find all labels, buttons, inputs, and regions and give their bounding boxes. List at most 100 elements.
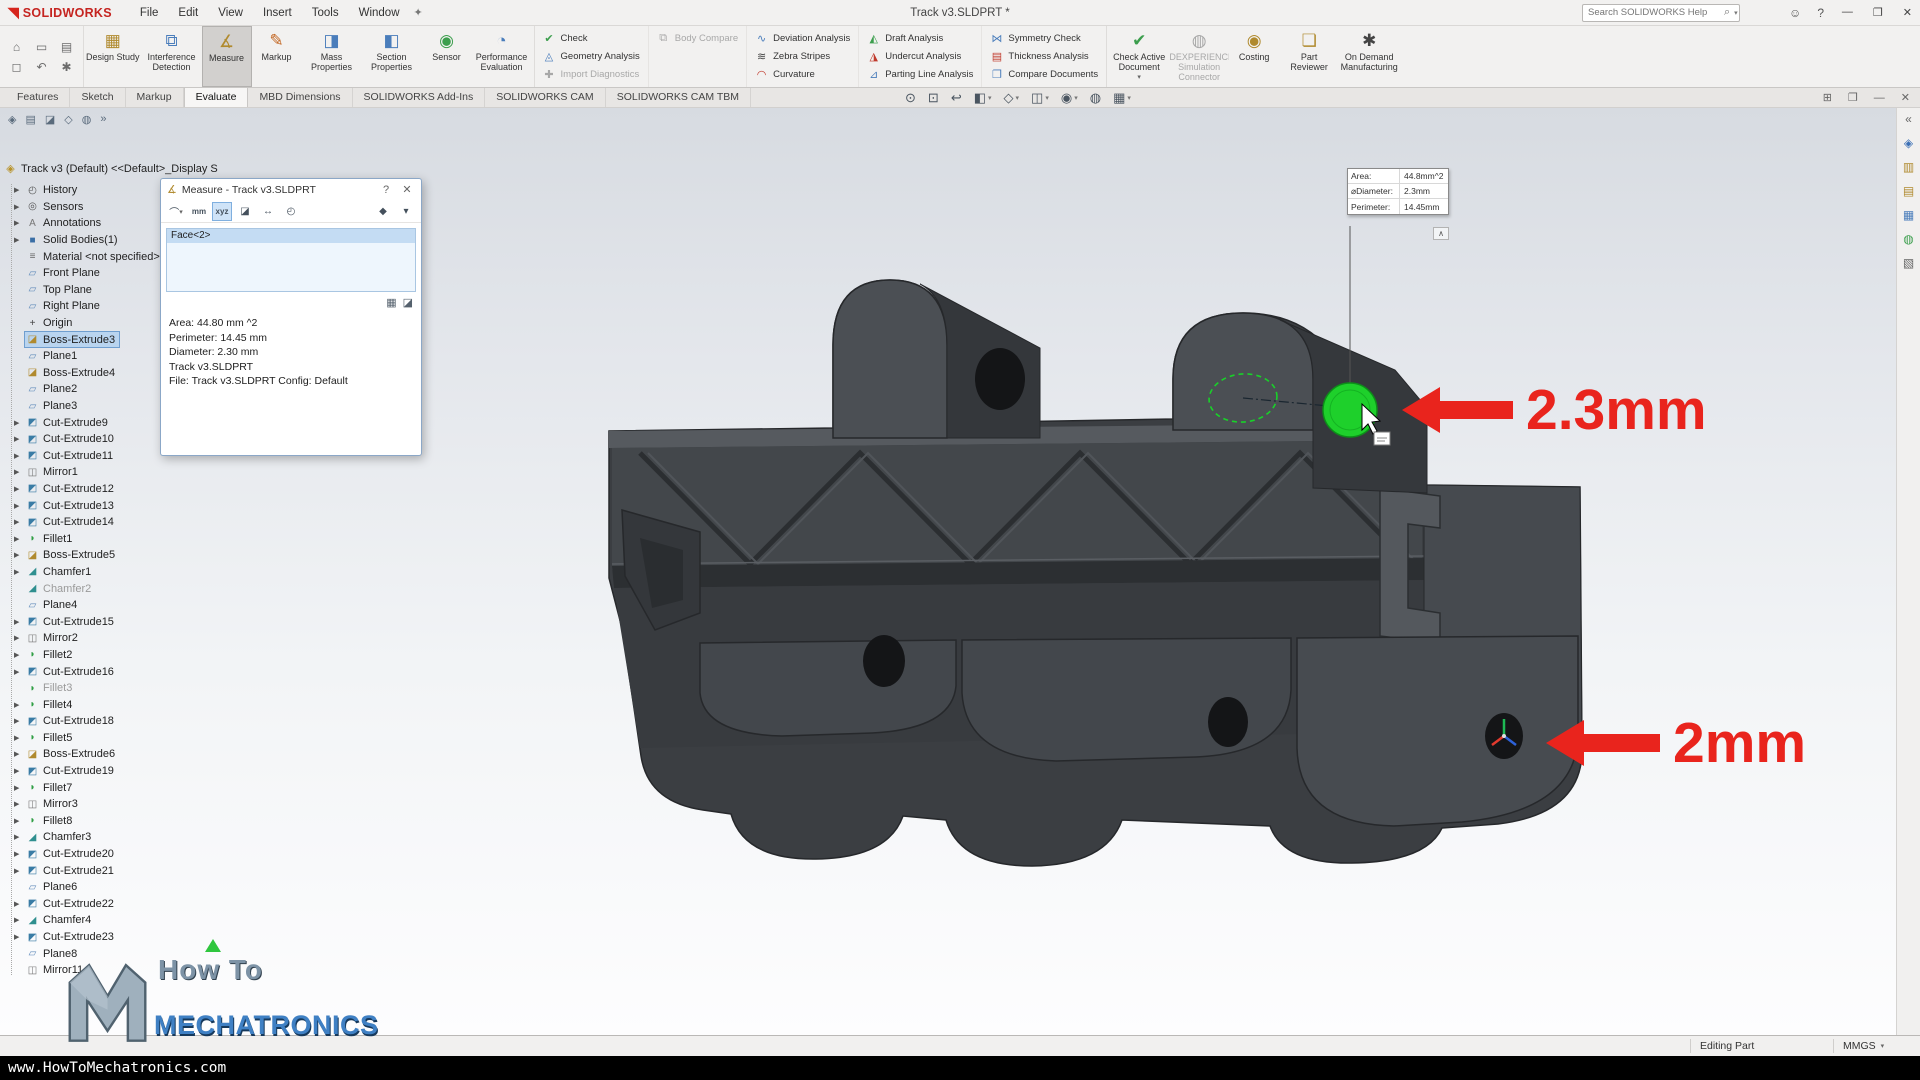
search-dropdown-icon[interactable]: ▾ <box>1734 9 1738 17</box>
3dexperience-simulation-connector-button[interactable]: ◍3DEXPERIENCE Simulation Connector <box>1169 26 1229 87</box>
expand-arrow-icon[interactable]: ▶ <box>14 833 25 841</box>
arc-circle-measurements-button[interactable]: ⌒▾ <box>166 202 186 221</box>
pane-arrow[interactable]: » <box>100 113 106 126</box>
expand-arrow-icon[interactable]: ▶ <box>14 668 25 676</box>
expand-arrow-icon[interactable]: ▶ <box>14 518 25 526</box>
expand-arrow-icon[interactable]: ▶ <box>14 551 25 559</box>
performance-evaluation-button[interactable]: ◔Performance Evaluation <box>472 26 532 87</box>
expand-arrow-icon[interactable]: ▶ <box>14 916 25 924</box>
dialog-help-button[interactable]: ? <box>378 184 394 196</box>
tooltip-collapse-button[interactable]: ∧ <box>1433 227 1449 240</box>
tab-markup[interactable]: Markup <box>126 88 184 107</box>
mass-properties-button[interactable]: ◨Mass Properties <box>302 26 362 87</box>
tree-item-boss-extrude6[interactable]: ▶◪Boss-Extrude6 <box>0 746 184 763</box>
curvature-button[interactable]: ◠Curvature <box>755 67 850 81</box>
expand-arrow-icon[interactable]: ▶ <box>14 203 25 211</box>
tab-solidworks-cam[interactable]: SOLIDWORKS CAM <box>485 88 605 107</box>
expand-arrow-icon[interactable]: ▶ <box>14 452 25 460</box>
draft-analysis-button[interactable]: ◭Draft Analysis <box>867 31 973 45</box>
expand-arrow-icon[interactable]: ▶ <box>14 435 25 443</box>
custom-properties-icon[interactable]: ▧ <box>1903 256 1914 270</box>
expand-arrow-icon[interactable]: ▶ <box>14 767 25 775</box>
section-view-icon[interactable]: ◧▾ <box>974 90 992 106</box>
tree-item-cut-extrude20[interactable]: ▶◩Cut-Extrude20 <box>0 846 184 863</box>
expand-arrow-icon[interactable]: ▶ <box>14 236 25 244</box>
expand-arrow-icon[interactable]: ▶ <box>14 219 25 227</box>
menu-window[interactable]: Window <box>359 7 400 19</box>
3dexperience-panel-icon[interactable]: ◈ <box>1904 136 1913 150</box>
section-properties-button[interactable]: ◧Section Properties <box>362 26 422 87</box>
tree-item-cut-extrude12[interactable]: ▶◩Cut-Extrude12 <box>0 481 184 498</box>
tree-item-cut-extrude22[interactable]: ▶◩Cut-Extrude22 <box>0 896 184 913</box>
tree-item-mirror1[interactable]: ▶◫Mirror1 <box>0 464 184 481</box>
tree-item-cut-extrude9[interactable]: ▶◩Cut-Extrude9 <box>0 414 184 431</box>
tree-item-fillet7[interactable]: ▶◗Fillet7 <box>0 779 184 796</box>
propertymanager-tab[interactable]: ▤ <box>25 113 35 126</box>
sensor-button[interactable]: ◉Sensor <box>422 26 472 87</box>
tree-item-material-not-specified[interactable]: ≡Material <not specified> <box>0 248 184 265</box>
tree-item-origin[interactable]: +Origin <box>0 315 184 332</box>
display-style-icon[interactable]: ◫▾ <box>1031 90 1049 106</box>
tree-item-plane2[interactable]: ▱Plane2 <box>0 381 184 398</box>
expand-arrow-icon[interactable]: ▶ <box>14 186 25 194</box>
expand-arrow-icon[interactable]: ▶ <box>14 867 25 875</box>
tree-item-fillet3[interactable]: ◗Fillet3 <box>0 680 184 697</box>
show-xyz-measurements-button[interactable]: xyz <box>212 202 232 221</box>
measure-button[interactable]: ∡Measure <box>202 26 252 87</box>
expand-arrow-icon[interactable]: ▶ <box>14 734 25 742</box>
tree-item-cut-extrude13[interactable]: ▶◩Cut-Extrude13 <box>0 497 184 514</box>
geometry-analysis-button[interactable]: ◬Geometry Analysis <box>543 49 640 63</box>
import-diagnostics-button[interactable]: ✚Import Diagnostics <box>543 67 640 81</box>
home-icon[interactable]: ⌂ <box>4 40 29 54</box>
expand-arrow-icon[interactable]: ▶ <box>14 618 25 626</box>
tree-item-annotations[interactable]: ▶AAnnotations <box>0 215 184 232</box>
search-input[interactable] <box>1586 6 1722 19</box>
markup-button[interactable]: ✎Markup <box>252 26 302 87</box>
track-part-model[interactable] <box>609 280 1582 866</box>
tab-sketch[interactable]: Sketch <box>70 88 125 107</box>
tree-item-boss-extrude3[interactable]: ◪Boss-Extrude3 <box>0 331 184 348</box>
tab-solidworks-add-ins[interactable]: SOLIDWORKS Add-Ins <box>353 88 486 107</box>
point-to-point-button[interactable]: ◪ <box>235 202 255 221</box>
expand-arrow-icon[interactable]: ▶ <box>14 651 25 659</box>
expand-arrow-icon[interactable]: ▶ <box>14 485 25 493</box>
tree-item-front-plane[interactable]: ▱Front Plane <box>0 265 184 282</box>
check-active-document-button[interactable]: ✔Check Active Document▾ <box>1109 26 1169 87</box>
parting-line-analysis-button[interactable]: ⊿Parting Line Analysis <box>867 67 973 81</box>
measure-dialog-titlebar[interactable]: ∡ Measure - Track v3.SLDPRT ? ✕ <box>161 179 421 200</box>
units-precision-button[interactable]: ▦ <box>386 296 396 309</box>
projected-on-button[interactable]: ↔ <box>258 202 278 221</box>
tab-evaluate[interactable]: Evaluate <box>184 87 249 107</box>
measure-selection-item[interactable]: Face<2> <box>167 229 415 243</box>
minimize-button[interactable]: — <box>1842 6 1853 19</box>
design-library-icon[interactable]: ▥ <box>1903 160 1914 174</box>
undercut-analysis-button[interactable]: ◮Undercut Analysis <box>867 49 973 63</box>
maximize-button[interactable]: ❐ <box>1873 6 1883 19</box>
tree-root-item[interactable]: ◈ Track v3 (Default) <<Default>_Display … <box>4 162 218 175</box>
tree-item-chamfer3[interactable]: ▶◢Chamfer3 <box>0 829 184 846</box>
close-document-button[interactable]: ✕ <box>1901 91 1910 104</box>
tree-item-mirror3[interactable]: ▶◫Mirror3 <box>0 796 184 813</box>
tree-item-chamfer4[interactable]: ▶◢Chamfer4 <box>0 912 184 929</box>
tree-item-mirror2[interactable]: ▶◫Mirror2 <box>0 630 184 647</box>
tree-item-cut-extrude10[interactable]: ▶◩Cut-Extrude10 <box>0 431 184 448</box>
expand-arrow-icon[interactable]: ▶ <box>14 634 25 642</box>
expand-arrow-icon[interactable]: ▶ <box>14 717 25 725</box>
tree-item-chamfer1[interactable]: ▶◢Chamfer1 <box>0 564 184 581</box>
expand-arrow-icon[interactable]: ▶ <box>14 468 25 476</box>
undo-icon[interactable]: ↶ <box>29 60 54 74</box>
tree-item-chamfer2[interactable]: ◢Chamfer2 <box>0 580 184 597</box>
tree-item-right-plane[interactable]: ▱Right Plane <box>0 298 184 315</box>
tree-item-cut-extrude19[interactable]: ▶◩Cut-Extrude19 <box>0 763 184 780</box>
previous-view-icon[interactable]: ↩ <box>951 90 962 106</box>
design-study-button[interactable]: ▦Design Study <box>84 26 142 87</box>
displaymanager-tab[interactable]: ◍ <box>82 113 92 126</box>
tree-item-plane3[interactable]: ▱Plane3 <box>0 398 184 415</box>
expand-arrow-icon[interactable]: ▶ <box>14 933 25 941</box>
restore-document-button[interactable]: ❐ <box>1848 91 1858 104</box>
tree-item-plane8[interactable]: ▱Plane8 <box>0 945 184 962</box>
measure-dialog[interactable]: ∡ Measure - Track v3.SLDPRT ? ✕ ⌒▾mmxyz◪… <box>160 178 422 456</box>
menu-insert[interactable]: Insert <box>263 7 292 19</box>
tree-item-cut-extrude15[interactable]: ▶◩Cut-Extrude15 <box>0 613 184 630</box>
expand-arrow-icon[interactable]: ▶ <box>14 817 25 825</box>
